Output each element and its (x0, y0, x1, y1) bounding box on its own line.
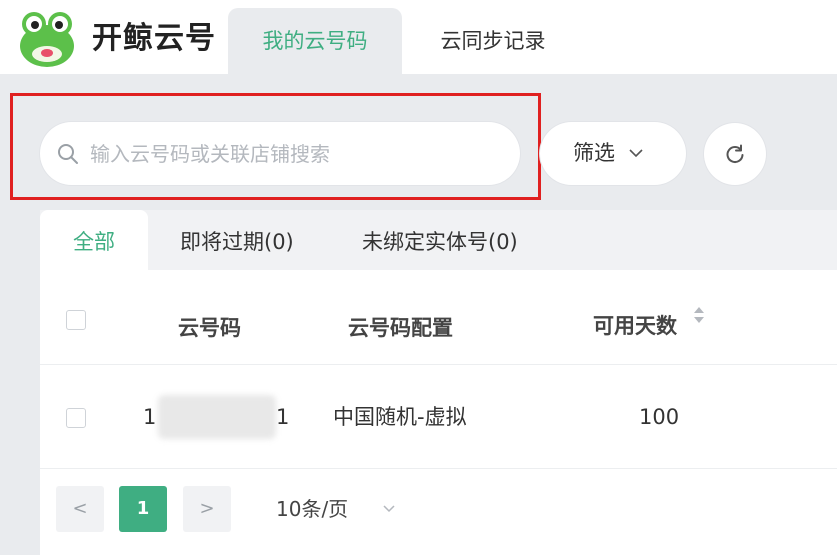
column-available-days[interactable]: 可用天数 (593, 270, 677, 364)
numbers-panel: 全部 即将过期(0) 未绑定实体号(0) 云号码 云号码配置 可用天数 1 1 … (40, 210, 837, 555)
redacted-number-mask (158, 395, 276, 439)
page-1-button[interactable]: 1 (119, 486, 167, 532)
available-days-value: 100 (639, 405, 680, 429)
table-header: 云号码 云号码配置 可用天数 (40, 270, 837, 365)
chevron-down-icon (629, 149, 643, 158)
sort-icon[interactable] (692, 304, 706, 326)
frog-logo-icon (20, 12, 74, 67)
refresh-button[interactable] (704, 123, 766, 185)
page-size-select[interactable]: 10条/页 (276, 486, 348, 532)
chevron-down-icon[interactable] (382, 503, 396, 515)
prev-page-button[interactable]: < (56, 486, 104, 532)
column-number-config: 云号码配置 (348, 316, 453, 340)
tab-cloud-sync-records[interactable]: 云同步记录 (420, 8, 566, 74)
column-cloud-number: 云号码 (178, 316, 241, 340)
filter-button-label: 筛选 (573, 141, 615, 165)
tab-expiring-soon[interactable]: 即将过期(0) (180, 210, 294, 270)
select-all-checkbox[interactable] (66, 310, 86, 330)
filter-button[interactable]: 筛选 (540, 122, 686, 185)
row-checkbox[interactable] (66, 408, 86, 428)
cloud-number-end: 1 (276, 405, 290, 429)
top-bar: 开鲸云号 我的云号码 云同步记录 (0, 0, 837, 74)
tab-unbound-physical[interactable]: 未绑定实体号(0) (362, 210, 518, 270)
tab-all[interactable]: 全部 (40, 210, 148, 270)
sub-tab-bar: 全部 即将过期(0) 未绑定实体号(0) (40, 210, 837, 270)
table-row: 1 1 中国随机-虚拟 100 (40, 365, 837, 469)
tab-my-cloud-numbers[interactable]: 我的云号码 (228, 8, 402, 74)
refresh-icon (726, 144, 744, 164)
search-highlight-box (10, 93, 541, 200)
next-page-button[interactable]: > (183, 486, 231, 532)
number-config-value: 中国随机-虚拟 (333, 405, 467, 429)
app-brand-title: 开鲸云号 (92, 21, 216, 56)
cloud-number-start: 1 (143, 405, 157, 429)
